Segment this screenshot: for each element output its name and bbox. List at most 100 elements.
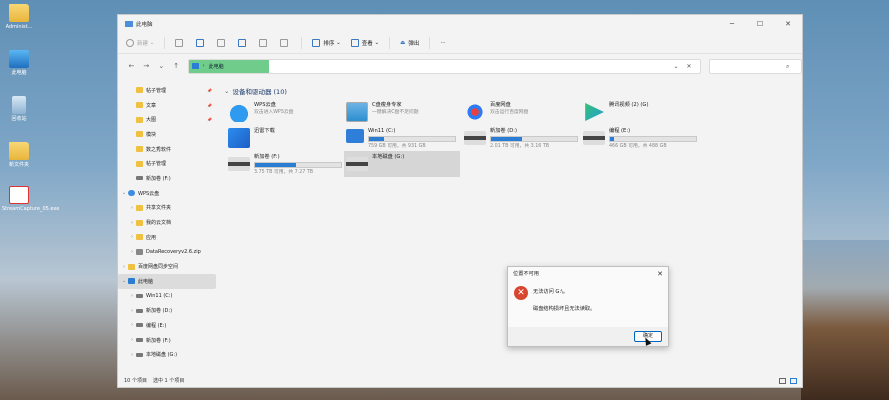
status-bar: 10 个项目 选中 1 个项目 bbox=[124, 377, 190, 384]
copy-button[interactable] bbox=[196, 38, 207, 47]
drive-tile[interactable]: 新加卷 (F:) 3.75 TB 可用，共 7.27 TB bbox=[226, 151, 342, 177]
desktop-icon-new-folder[interactable]: 新文件夹 bbox=[2, 142, 36, 168]
minimize-button[interactable]: ─ bbox=[718, 20, 746, 28]
sidebar-item[interactable]: › 百度网盘同步空间 bbox=[118, 259, 216, 274]
desktop-icon-admin[interactable]: Administ... bbox=[2, 4, 36, 30]
up-arrow-icon[interactable]: ↑ bbox=[169, 62, 184, 70]
sidebar-item[interactable]: 帖子管理 📌 bbox=[118, 83, 216, 98]
sidebar-item[interactable]: › Win11 (C:) bbox=[118, 289, 216, 304]
drive-tile[interactable]: Win11 (C:) 759 GB 可用，共 931 GB bbox=[344, 125, 460, 151]
sidebar-item[interactable]: 数之秀软件 bbox=[118, 142, 216, 157]
more-options-button[interactable]: ··· bbox=[440, 40, 445, 46]
chevron-right-icon[interactable]: › bbox=[128, 293, 136, 299]
drive-tile[interactable]: 新加卷 (D:) 2.01 TB 可用，共 3.16 TB bbox=[462, 125, 578, 151]
sidebar-item[interactable]: › 应用 bbox=[118, 230, 216, 245]
chevron-down-icon[interactable]: ⌄ bbox=[154, 62, 169, 70]
drive-icon bbox=[136, 176, 143, 181]
search-input[interactable]: ⌕ bbox=[708, 58, 802, 74]
sidebar-item[interactable]: 大图 📌 bbox=[118, 112, 216, 127]
sidebar-item[interactable]: › 新加卷 (F:) bbox=[118, 333, 216, 348]
rename-button[interactable] bbox=[238, 38, 249, 47]
forward-arrow-icon[interactable]: → bbox=[139, 62, 154, 70]
drive-tile[interactable]: 迅雷下载 bbox=[226, 125, 342, 151]
sort-button[interactable]: 排序 ⌄ bbox=[312, 38, 341, 47]
cut-button[interactable] bbox=[175, 38, 186, 47]
paste-button[interactable] bbox=[217, 38, 228, 47]
sidebar-item[interactable]: 帖子管理 bbox=[118, 156, 216, 171]
drive-tile[interactable]: WPS云盘 双击进入WPS云盘 bbox=[226, 99, 342, 125]
desktop-icon-recycle-bin[interactable]: 回收站 bbox=[2, 96, 36, 122]
sidebar-item-label: Win11 (C:) bbox=[146, 292, 173, 299]
window-tab-title[interactable]: 此电脑 bbox=[136, 20, 153, 28]
tile-name: 编程 (E:) bbox=[609, 128, 631, 134]
maximize-button[interactable]: ☐ bbox=[746, 20, 774, 28]
chevron-right-icon[interactable]: › bbox=[128, 308, 136, 314]
navigation-pane: 帖子管理 📌 文章 📌 大图 📌 模块 数之秀软件 帖子管理 新加卷 (F:) ⌄ WPS云盘 › 共享文… bbox=[118, 83, 216, 373]
chevron-right-icon[interactable]: › bbox=[128, 249, 136, 255]
desktop-icon-label: StreamCapture_05.exe bbox=[2, 206, 60, 212]
sidebar-item[interactable]: 新加卷 (F:) bbox=[118, 171, 216, 186]
drive-tile[interactable]: 腾讯视频 (2) (G) bbox=[581, 99, 697, 125]
sidebar-item[interactable]: › DataRecoveryv2.6.zip bbox=[118, 245, 216, 260]
dialog-close-button[interactable]: ✕ bbox=[657, 270, 663, 278]
title-bar: 此电脑 ─ ☐ ✕ bbox=[118, 15, 802, 32]
back-arrow-icon[interactable]: ← bbox=[124, 62, 139, 70]
details-view-icon[interactable] bbox=[779, 378, 786, 384]
location-unavailable-dialog: 位置不可用 ✕ ✕ 无法访问 G:\。 磁盘结构损坏且无法读取。 确定 bbox=[507, 266, 669, 347]
sidebar-item[interactable]: 模块 bbox=[118, 127, 216, 142]
address-bar[interactable]: › 此电脑 ⌄ ✕ bbox=[187, 58, 701, 74]
sidebar-item[interactable]: › 共享文件夹 bbox=[118, 201, 216, 216]
sidebar-item[interactable]: › 编程 (E:) bbox=[118, 318, 216, 333]
sidebar-item[interactable]: › 我的云文档 bbox=[118, 215, 216, 230]
tile-subtitle: 双击运行百度网盘 bbox=[490, 110, 529, 115]
desktop-icon-this-pc[interactable]: 此电脑 bbox=[2, 50, 36, 76]
item-count: 10 个项目 bbox=[124, 378, 147, 384]
this-pc-icon bbox=[191, 63, 199, 69]
error-icon: ✕ bbox=[514, 286, 528, 300]
chevron-right-icon[interactable]: › bbox=[128, 352, 136, 358]
clear-icon[interactable]: ✕ bbox=[687, 63, 692, 70]
rename-icon bbox=[238, 38, 247, 47]
sidebar-item[interactable]: ⌄ 此电脑 bbox=[118, 273, 216, 289]
trash-icon bbox=[280, 38, 289, 47]
drive-tile[interactable]: C盘瘦身专家 一键解决C盘不足问题 bbox=[344, 99, 460, 125]
close-button[interactable]: ✕ bbox=[774, 20, 802, 28]
sidebar-item[interactable]: › 本地磁盘 (G:) bbox=[118, 347, 216, 362]
new-button[interactable]: 新建 ⌄ bbox=[126, 38, 154, 47]
tile-name: 新加卷 (D:) bbox=[490, 128, 518, 134]
view-label: 查看 bbox=[361, 40, 373, 47]
recycle-bin-icon bbox=[12, 96, 26, 114]
chevron-right-icon[interactable]: › bbox=[120, 264, 128, 270]
folder-icon bbox=[136, 131, 143, 138]
sidebar-item-label: 帖子管理 bbox=[146, 87, 167, 94]
app-icon bbox=[9, 186, 29, 204]
sidebar-item[interactable]: ⌄ WPS云盘 bbox=[118, 186, 216, 201]
chevron-right-icon[interactable]: › bbox=[128, 337, 136, 343]
chevron-right-icon[interactable]: › bbox=[128, 234, 136, 240]
drive-tile[interactable]: 本地磁盘 (G:) bbox=[344, 151, 460, 177]
sidebar-item-label: 共享文件夹 bbox=[146, 205, 172, 212]
tiles-view-icon[interactable] bbox=[790, 378, 797, 384]
chevron-right-icon[interactable]: › bbox=[128, 322, 136, 328]
group-header-devices[interactable]: ⌄ 设备和驱动器 (10) bbox=[224, 85, 802, 97]
chevron-down-icon[interactable]: ⌄ bbox=[120, 190, 128, 196]
eject-icon: ⏏ bbox=[400, 39, 406, 46]
chevron-right-icon[interactable]: › bbox=[128, 220, 136, 226]
pin-icon: 📌 bbox=[207, 102, 212, 108]
sidebar-item-label: 新加卷 (F:) bbox=[146, 337, 171, 344]
desktop-icon-streamcapture[interactable]: StreamCapture_05.exe bbox=[2, 186, 59, 212]
sidebar-item[interactable]: › 新加卷 (D:) bbox=[118, 303, 216, 318]
address-dropdown-icon[interactable]: ⌄ bbox=[673, 63, 678, 70]
breadcrumb-this-pc[interactable]: 此电脑 bbox=[209, 63, 224, 70]
chevron-right-icon[interactable]: › bbox=[128, 205, 136, 211]
view-button[interactable]: 查看 ⌄ bbox=[350, 38, 379, 47]
drive-tile[interactable]: 百度网盘 双击运行百度网盘 bbox=[462, 99, 578, 125]
win-icon bbox=[346, 129, 364, 143]
eject-button[interactable]: ⏏ 弹出 bbox=[400, 39, 419, 47]
drive-tile[interactable]: 编程 (E:) 466 GB 可用，共 488 GB bbox=[581, 125, 697, 151]
file-explorer-window: 此电脑 ─ ☐ ✕ 新建 ⌄ 排序 ⌄ 查看 ⌄ ⏏ 弹出 ··· ← → ⌄ … bbox=[117, 14, 803, 388]
delete-button[interactable] bbox=[280, 38, 291, 47]
sidebar-item[interactable]: 文章 📌 bbox=[118, 98, 216, 113]
share-button[interactable] bbox=[259, 38, 270, 47]
chevron-down-icon[interactable]: ⌄ bbox=[120, 278, 128, 284]
